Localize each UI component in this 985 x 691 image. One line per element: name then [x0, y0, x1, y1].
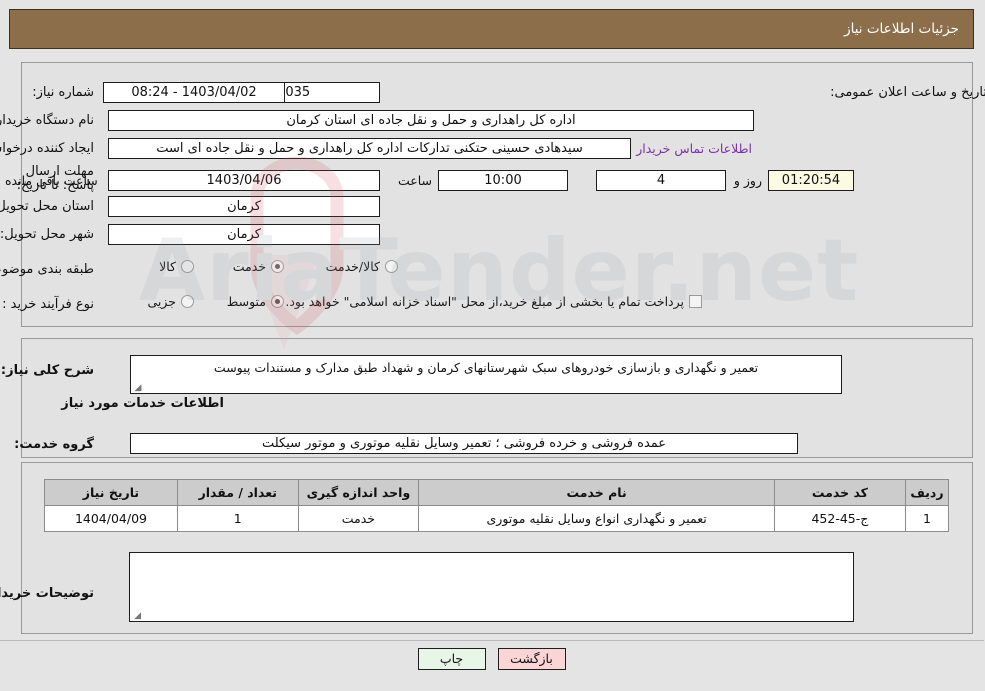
classification-option-service-label: خدمت	[233, 259, 267, 274]
cell-name: تعمیر و نگهداری انواع وسایل نقلیه موتوری	[419, 505, 776, 532]
remaining-days-value: 4	[597, 170, 727, 191]
column-header-qty: تعداد / مقدار	[177, 479, 300, 506]
buyer-contact-info-link[interactable]: اطلاعات تماس خریدار	[637, 141, 753, 156]
radio-minor-icon[interactable]	[182, 295, 195, 308]
cell-need-date: 1404/04/09	[45, 505, 179, 532]
classification-option-goods[interactable]: کالا	[160, 259, 195, 274]
process-option-minor-label: جزیی	[148, 294, 177, 309]
process-option-medium-label: متوسط	[227, 294, 267, 309]
column-header-row-no: ردیف	[905, 479, 951, 506]
delivery-province-value: کرمان	[109, 196, 381, 217]
buyer-org-label: نام دستگاه خریدار:	[0, 113, 95, 128]
cell-unit: خدمت	[298, 505, 421, 532]
announce-datetime-label: تاریخ و ساعت اعلان عمومی:	[831, 85, 985, 100]
resize-grip-icon: ◢	[135, 383, 143, 393]
delivery-province-label: استان محل تحویل:	[0, 199, 95, 214]
treasury-bonds-checkbox-label: پرداخت تمام یا بخشی از مبلغ خرید،از محل …	[286, 294, 685, 309]
classification-option-goods-service[interactable]: کالا/خدمت	[327, 259, 399, 274]
countdown-timer-value: 01:20:54	[769, 170, 855, 191]
footer-divider	[0, 640, 985, 641]
need-number-label: شماره نیاز:	[33, 85, 95, 100]
required-services-section-title: اطلاعات خدمات مورد نیاز	[62, 396, 225, 411]
footer-button-bar: بازگشت چاپ	[0, 648, 985, 670]
cell-row-no: 1	[905, 505, 951, 532]
column-header-code: کد خدمت	[775, 479, 907, 506]
back-button[interactable]: بازگشت	[498, 648, 567, 670]
column-header-name: نام خدمت	[419, 479, 776, 506]
buyer-org-value: اداره کل راهداری و حمل و نقل جاده ای است…	[109, 110, 755, 131]
general-description-text: تعمیر و نگهداری و بازسازی خودروهای سبک ش…	[214, 360, 760, 375]
process-option-medium[interactable]: متوسط	[228, 294, 285, 309]
radio-medium-icon[interactable]	[272, 295, 285, 308]
buyer-comments-label: توضیحات خریدار:	[0, 586, 95, 601]
table-header-row: ردیف کد خدمت نام خدمت واحد اندازه گیری ت…	[45, 479, 951, 506]
service-group-label: گروه خدمت:	[15, 437, 95, 452]
column-header-unit: واحد اندازه گیری	[298, 479, 421, 506]
cell-code: ج-45-452	[775, 505, 907, 532]
classification-label: طبقه بندی موضوعی:	[0, 262, 95, 277]
process-option-minor[interactable]: جزیی	[148, 294, 195, 309]
radio-goods-icon[interactable]	[182, 260, 195, 273]
classification-option-goods-service-label: کالا/خدمت	[326, 259, 381, 274]
resize-grip-icon-comments: ◢	[135, 611, 142, 621]
days-label: روز و	[734, 173, 763, 188]
delivery-city-label: شهر محل تحویل:	[0, 227, 95, 242]
radio-goods-service-icon[interactable]	[386, 260, 399, 273]
remaining-hours-label: ساعت باقی مانده	[6, 173, 99, 188]
page-title: جزئیات اطلاعات نیاز	[845, 21, 960, 37]
page-header-bar: جزئیات اطلاعات نیاز	[10, 9, 975, 49]
deadline-date-value: 1403/04/06	[109, 170, 381, 191]
purchase-process-label: نوع فرآیند خرید :	[3, 297, 95, 312]
buyer-comments-textarea[interactable]: ◢	[130, 552, 855, 622]
treasury-bonds-checkbox-icon[interactable]	[690, 295, 703, 308]
column-header-need-date: تاریخ نیاز	[45, 479, 179, 506]
request-creator-value: سیدهادی حسینی حتکنی تدارکات اداره کل راه…	[109, 138, 632, 159]
treasury-bonds-checkbox-row[interactable]: پرداخت تمام یا بخشی از مبلغ خرید،از محل …	[286, 294, 703, 309]
general-description-value: تعمیر و نگهداری و بازسازی خودروهای سبک ش…	[131, 355, 843, 394]
deadline-time-value: 10:00	[439, 170, 569, 191]
general-description-label: شرح کلی نیاز:	[1, 363, 95, 378]
cell-qty: 1	[177, 505, 300, 532]
request-creator-label: ایجاد کننده درخواست:	[0, 141, 95, 156]
print-button[interactable]: چاپ	[418, 648, 487, 670]
classification-option-service[interactable]: خدمت	[234, 259, 285, 274]
hour-label: ساعت	[398, 173, 433, 188]
service-group-value: عمده فروشی و خرده فروشی ؛ تعمیر وسایل نق…	[131, 433, 799, 454]
services-table: ردیف کد خدمت نام خدمت واحد اندازه گیری ت…	[45, 479, 951, 532]
delivery-city-value: کرمان	[109, 224, 381, 245]
announce-datetime-value: 1403/04/02 - 08:24	[104, 82, 286, 103]
radio-service-icon[interactable]	[272, 260, 285, 273]
table-row[interactable]: 1 ج-45-452 تعمیر و نگهداری انواع وسایل ن…	[45, 505, 951, 532]
classification-option-goods-label: کالا	[160, 259, 177, 274]
